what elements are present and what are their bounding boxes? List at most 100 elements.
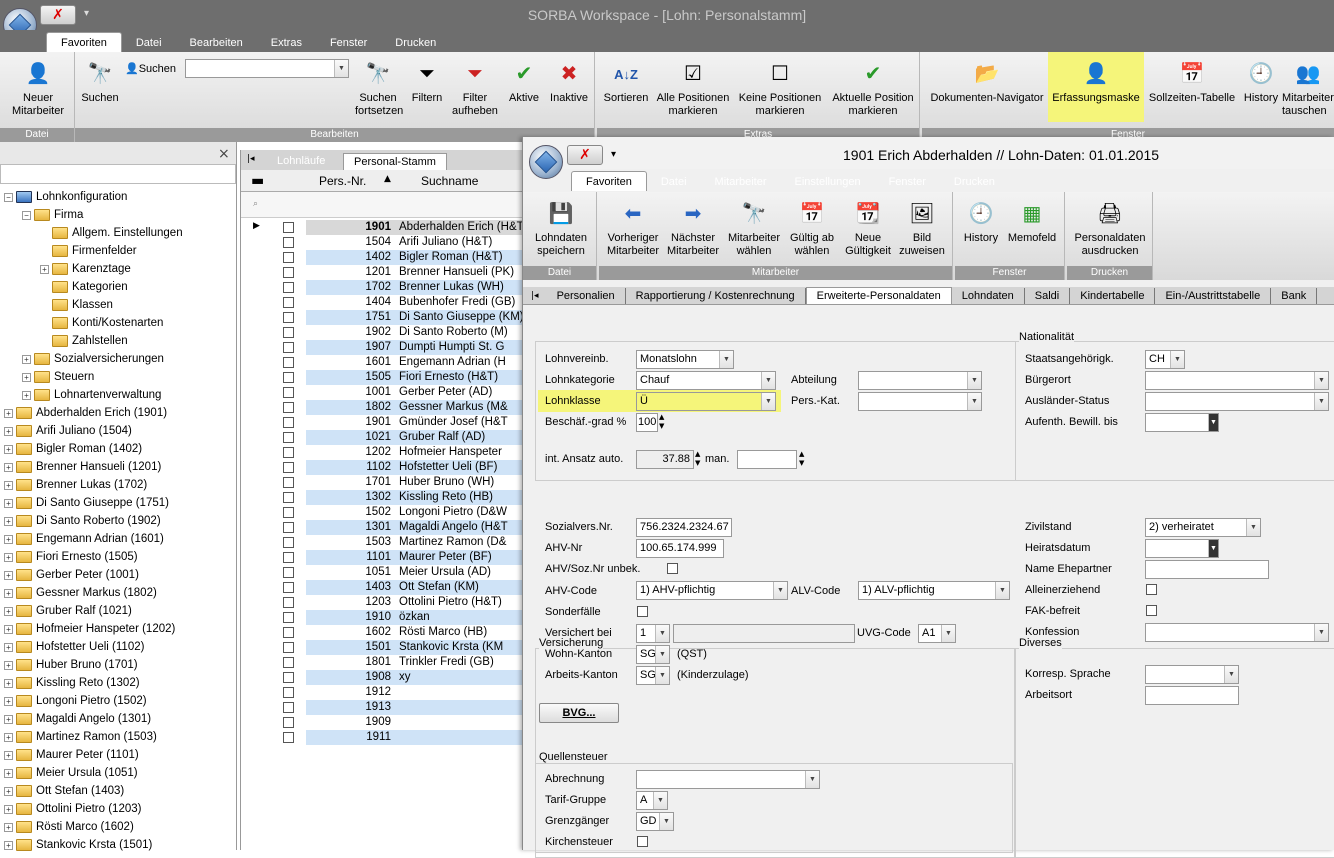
expand-icon[interactable]: +	[4, 714, 13, 724]
ehepartner-input[interactable]	[1145, 560, 1269, 579]
expand-icon[interactable]: +	[4, 498, 13, 508]
expand-icon[interactable]: +	[4, 588, 13, 598]
subtab-lohndaten[interactable]: Lohndaten	[952, 287, 1025, 304]
row-checkbox[interactable]	[283, 537, 294, 548]
ahv-code-select[interactable]: 1) AHV-pflichtig ▼	[636, 581, 788, 600]
tree-item[interactable]: + Ottolini Pietro (1203)	[4, 800, 141, 818]
tree-item[interactable]: + Ott Stefan (1403)	[4, 782, 124, 800]
main-tab-fenster[interactable]: Fenster	[316, 33, 381, 52]
main-tab-favoriten[interactable]: Favoriten	[46, 32, 122, 52]
mitarbeiter-tauschen-button[interactable]: 👥 Mitarbeiter tauschen	[1282, 58, 1334, 118]
tree-item[interactable]: Klassen	[40, 296, 113, 314]
filter-aufheben-button[interactable]: ⏷ Filter aufheben	[451, 58, 499, 118]
expand-icon[interactable]: +	[4, 732, 13, 742]
abteilung-select[interactable]: ▼	[858, 371, 982, 390]
chevron-down-icon[interactable]: ▼	[941, 625, 955, 642]
search-input[interactable]: ▼	[185, 59, 349, 78]
expand-icon[interactable]: +	[22, 354, 31, 364]
close-document-icon[interactable]: ✗	[40, 5, 76, 25]
erfassungsmaske-button[interactable]: 👤 Erfassungsmaske	[1048, 52, 1144, 122]
filtern-button[interactable]: ⏷ Filtern	[407, 58, 447, 105]
staatsangehoerigkeit-select[interactable]: CH ▼	[1145, 350, 1185, 369]
tree-item[interactable]: − Lohnkonfiguration	[4, 188, 127, 206]
buergerort-select[interactable]: ▼	[1145, 371, 1329, 390]
inaktive-button[interactable]: ✖ Inaktive	[547, 58, 591, 105]
history-button[interactable]: 🕘 History	[1240, 58, 1282, 105]
pers-kat-select[interactable]: ▼	[858, 392, 982, 411]
row-checkbox[interactable]	[283, 252, 294, 263]
lohnvereinb-select[interactable]: Monatslohn ▼	[636, 350, 734, 369]
personaldaten-ausdrucken-button[interactable]: 🖨 Personaldaten ausdrucken	[1069, 198, 1151, 258]
tree-item[interactable]: + Karenztage	[40, 260, 131, 278]
child-tab-datei[interactable]: Datei	[647, 172, 701, 191]
tree-item[interactable]: + Bigler Roman (1402)	[4, 440, 142, 458]
row-checkbox[interactable]	[283, 222, 294, 233]
child-tab-mitarbeiter[interactable]: Mitarbeiter	[701, 172, 781, 191]
sozialvers-nr-input[interactable]: 756.2324.2324.67	[636, 518, 732, 537]
expand-icon[interactable]: +	[22, 390, 31, 400]
tree-item[interactable]: + Gerber Peter (1001)	[4, 566, 139, 584]
tree-item[interactable]: Firmenfelder	[40, 242, 137, 260]
man-stepper-icon[interactable]: ▲ ▼	[799, 450, 804, 468]
chevron-down-icon[interactable]: ▼	[967, 393, 981, 410]
korresp-sprache-select[interactable]: ▼	[1145, 665, 1239, 684]
calendar-dropdown-icon[interactable]: ▼	[1208, 540, 1218, 557]
row-checkbox[interactable]	[283, 717, 294, 728]
chevron-down-icon[interactable]: ▼	[773, 582, 787, 599]
subtab-saldi[interactable]: Saldi	[1025, 287, 1071, 304]
tree-item[interactable]: + Huber Bruno (1701)	[4, 656, 138, 674]
quick-access-dropdown[interactable]: ▾	[84, 8, 89, 19]
child-menu-orb[interactable]	[529, 145, 563, 179]
expand-icon[interactable]: +	[4, 696, 13, 706]
grid-filter-row[interactable]: ⌕	[241, 192, 525, 218]
gueltig-ab-waehlen-button[interactable]: 📅 Gültig ab wählen	[785, 198, 839, 258]
row-checkbox[interactable]	[283, 402, 294, 413]
arbeitsort-input[interactable]	[1145, 686, 1239, 705]
row-checkbox[interactable]	[283, 372, 294, 383]
chevron-down-icon[interactable]: ▼	[1314, 372, 1328, 389]
memofeld-button[interactable]: ▦ Memofeld	[1003, 198, 1061, 245]
sonderfaelle-checkbox[interactable]	[637, 606, 648, 617]
tree-item[interactable]: + Arifi Juliano (1504)	[4, 422, 132, 440]
expand-icon[interactable]: +	[4, 678, 13, 688]
zivilstand-select[interactable]: 2) verheiratet ▼	[1145, 518, 1261, 537]
heiratsdatum-date[interactable]: ▼	[1145, 539, 1219, 558]
dokumenten-navigator-button[interactable]: 📂 Dokumenten-Navigator	[926, 58, 1048, 105]
chevron-down-icon[interactable]: ▼	[655, 646, 669, 663]
subtab-bank[interactable]: Bank	[1271, 287, 1318, 304]
expand-icon[interactable]: +	[4, 786, 13, 796]
chevron-down-icon[interactable]: ▼	[761, 393, 775, 410]
auslaender-status-select[interactable]: ▼	[1145, 392, 1329, 411]
expand-icon[interactable]: +	[4, 408, 13, 418]
main-tab-bearbeiten[interactable]: Bearbeiten	[176, 33, 257, 52]
tree-item[interactable]: + Longoni Pietro (1502)	[4, 692, 147, 710]
mitarbeiter-waehlen-button[interactable]: 🔭 Mitarbeiter wählen	[725, 198, 783, 258]
expand-icon[interactable]: +	[4, 768, 13, 778]
row-checkbox[interactable]	[283, 507, 294, 518]
main-tab-datei[interactable]: Datei	[122, 33, 176, 52]
row-checkbox[interactable]	[283, 522, 294, 533]
chevron-down-icon[interactable]: ▼	[1314, 393, 1328, 410]
expand-icon[interactable]: +	[4, 462, 13, 472]
tree-filter-input[interactable]	[0, 164, 236, 184]
row-checkbox[interactable]	[283, 297, 294, 308]
expand-icon[interactable]: +	[4, 516, 13, 526]
column-suchname[interactable]: Suchname	[421, 174, 478, 188]
expand-icon[interactable]: +	[4, 624, 13, 634]
tree-item[interactable]: + Martinez Ramon (1503)	[4, 728, 157, 746]
man-input[interactable]	[737, 450, 797, 469]
beschaeftigungsgrad-input[interactable]: 100	[636, 413, 658, 432]
subtab-kindertabelle[interactable]: Kindertabelle	[1070, 287, 1156, 304]
vorheriger-mitarbeiter-button[interactable]: ⬅ Vorheriger Mitarbeiter	[603, 198, 663, 258]
grenzgaenger-select[interactable]: GD ▼	[636, 812, 674, 831]
expand-icon[interactable]: +	[4, 642, 13, 652]
expand-icon[interactable]: +	[4, 444, 13, 454]
neue-gueltigkeit-button[interactable]: 📆 Neue Gültigkeit	[841, 198, 895, 258]
child-tab-favoriten[interactable]: Favoriten	[571, 171, 647, 191]
main-tab-extras[interactable]: Extras	[257, 33, 316, 52]
row-checkbox[interactable]	[283, 627, 294, 638]
tree-item[interactable]: + Gessner Markus (1802)	[4, 584, 157, 602]
chevron-down-icon[interactable]: ▼	[967, 372, 981, 389]
fak-befreit-checkbox[interactable]	[1146, 605, 1157, 616]
bild-zuweisen-button[interactable]: 🖼 Bild zuweisen	[895, 198, 949, 258]
